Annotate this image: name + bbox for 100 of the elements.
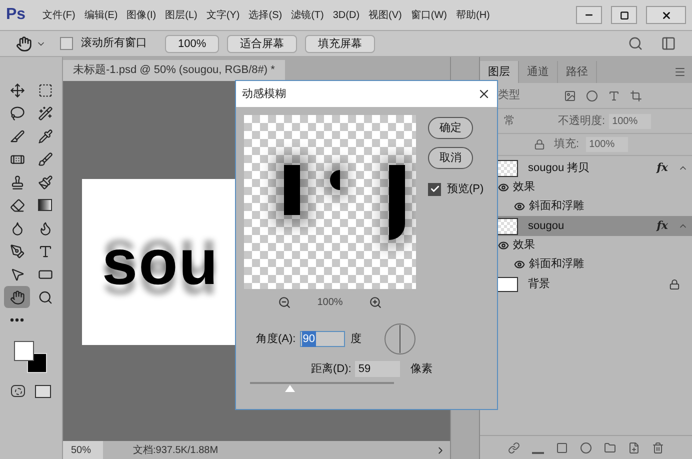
distance-unit: 像素: [410, 362, 432, 377]
history-icon: [38, 174, 52, 190]
opacity-label: 不透明度:: [558, 114, 606, 129]
option-button[interactable]: 100%: [165, 34, 220, 52]
menu-item[interactable]: 图层(L): [165, 8, 198, 22]
menu-item[interactable]: 窗口(W): [410, 8, 447, 22]
effect-label[interactable]: 效果: [513, 179, 535, 196]
folder-icon[interactable]: [604, 442, 616, 454]
fill-label: 填充:: [554, 137, 580, 152]
gradient-icon: [38, 199, 52, 211]
zoom-out-icon[interactable]: [278, 296, 292, 308]
lock-icon: [669, 278, 680, 290]
type-icon: [38, 244, 52, 258]
hand-icon[interactable]: [16, 36, 32, 52]
zoom-icon: [38, 290, 52, 304]
move-icon: [10, 82, 24, 98]
blur-icon: [10, 220, 24, 236]
type-filter-icon[interactable]: [608, 90, 620, 102]
eyedropper-icon: [38, 128, 52, 144]
slice-icon: [10, 128, 24, 144]
slider-thumb[interactable]: [285, 384, 296, 392]
shape-filter-icon[interactable]: [630, 90, 642, 102]
dialog-button[interactable]: 取消: [428, 147, 473, 169]
visibility-eye-icon[interactable]: [514, 259, 525, 270]
pen-icon: [10, 244, 24, 258]
menu-item[interactable]: 帮助(H): [456, 8, 490, 22]
hand-tool[interactable]: [4, 286, 30, 308]
checkbox[interactable]: [428, 182, 441, 196]
adjustment-filter-icon[interactable]: [586, 90, 598, 102]
dialog-title: 动感模糊: [242, 86, 287, 102]
distance-field[interactable]: 59: [355, 361, 400, 378]
wand-icon: [38, 106, 52, 120]
more-icon: [10, 318, 24, 322]
layer-name: 背景: [528, 276, 551, 292]
marquee-icon: [38, 82, 52, 98]
blend-mode-dropdown[interactable]: 常: [504, 112, 554, 130]
angle-field[interactable]: 90: [300, 331, 345, 347]
search-icon[interactable]: [628, 36, 643, 51]
effect-label[interactable]: 效果: [513, 237, 535, 254]
menu-item[interactable]: 编辑(E): [84, 8, 118, 22]
link-icon[interactable]: [508, 442, 520, 454]
close-icon: [660, 10, 672, 20]
close-button[interactable]: [646, 6, 686, 24]
option-button[interactable]: 适合屏幕: [227, 34, 298, 52]
visibility-eye-icon[interactable]: [514, 201, 525, 212]
checkbox-label: 滚动所有窗口: [81, 36, 147, 52]
lasso-icon: [10, 106, 24, 120]
effect-label[interactable]: 斜面和浮雕: [529, 256, 584, 273]
effects-label: fx: [656, 160, 668, 176]
zoom-in-icon[interactable]: [368, 296, 382, 308]
visibility-eye-icon[interactable]: [498, 182, 509, 193]
document-tab[interactable]: 未标题-1.psd @ 50% (sougou, RGB/8#) *: [63, 60, 285, 81]
angle-dial[interactable]: [384, 323, 416, 355]
trash-icon[interactable]: [652, 442, 664, 454]
eraser-icon: [10, 198, 24, 212]
effect-label[interactable]: 斜面和浮雕: [529, 198, 584, 215]
workspace-icon[interactable]: [661, 36, 676, 51]
close-icon[interactable]: [477, 87, 491, 101]
dodge-icon: [38, 220, 52, 236]
quick-mask-icon[interactable]: [11, 385, 25, 397]
layer-name: sougou: [528, 218, 566, 234]
lock-icon[interactable]: [534, 139, 545, 150]
mask-icon[interactable]: [556, 442, 568, 454]
menu-item[interactable]: 选择(S): [248, 8, 282, 22]
color-swatches[interactable]: [14, 341, 48, 375]
maximize-button[interactable]: [611, 6, 637, 24]
angle-label: 角度(A):: [256, 332, 296, 347]
canvas-text: sou: [102, 225, 219, 300]
menu-item[interactable]: 视图(V): [368, 8, 402, 22]
menu-item[interactable]: 3D(D): [332, 8, 360, 22]
hand-icon: [10, 290, 24, 304]
option-button[interactable]: 填充屏幕: [305, 34, 376, 52]
adjustment-icon[interactable]: [580, 442, 592, 454]
preview-label: 预览(P): [447, 182, 484, 197]
image-filter-icon[interactable]: [564, 90, 576, 102]
screen-mode-icon[interactable]: [35, 385, 51, 398]
menu-item[interactable]: 文字(Y): [206, 8, 240, 22]
distance-label: 距离(D):: [311, 362, 352, 377]
document-info: 文档:937.5K/1.88M: [133, 444, 220, 458]
select-icon: [10, 266, 24, 282]
app-logo: Ps: [6, 5, 26, 25]
new-layer-icon[interactable]: [628, 442, 640, 454]
panel-menu-icon[interactable]: [674, 66, 686, 78]
brush-icon: [38, 152, 52, 166]
stamp-icon: [10, 174, 24, 190]
menu-item[interactable]: 图像(I): [126, 8, 156, 22]
opacity-field[interactable]: 100%: [609, 114, 652, 128]
panel-tab[interactable]: 图层: [480, 61, 519, 83]
fill-field[interactable]: 100%: [586, 137, 628, 152]
angle-unit: 度: [350, 332, 362, 347]
filter-dropdown[interactable]: 类型: [498, 87, 554, 104]
checkbox[interactable]: [60, 37, 73, 50]
layer-name: sougou 拷贝: [528, 160, 590, 176]
visibility-eye-icon[interactable]: [498, 240, 509, 251]
zoom-level[interactable]: 50%: [63, 441, 103, 459]
dialog-button[interactable]: 确定: [428, 117, 473, 139]
preview-zoom: 100%: [317, 296, 343, 310]
maximize-icon: [620, 10, 628, 20]
menu-item[interactable]: 滤镜(T): [291, 8, 324, 22]
menu-item[interactable]: 文件(F): [42, 8, 76, 22]
